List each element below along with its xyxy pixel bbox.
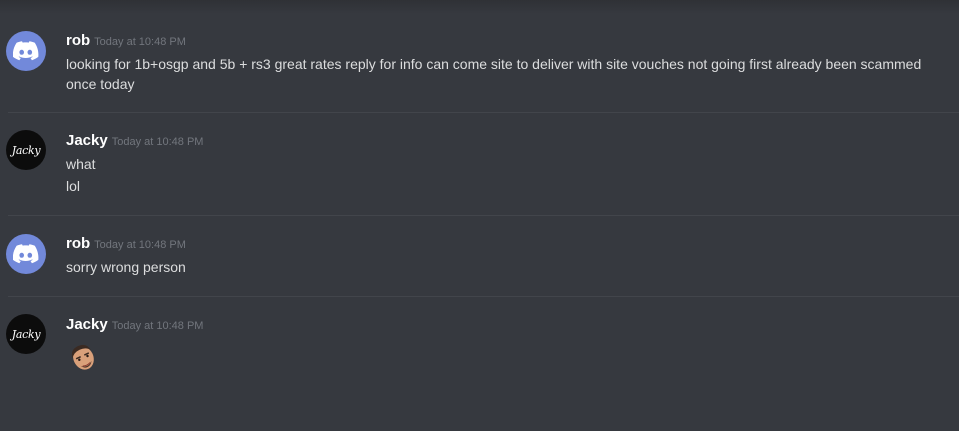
message-header: rob Today at 10:48 PM xyxy=(66,235,186,253)
message-text: sorry wrong person xyxy=(66,259,186,275)
message-divider xyxy=(8,112,959,113)
message-header: Jacky Today at 10:48 PM xyxy=(66,132,203,150)
message-header: Jacky Today at 10:48 PM xyxy=(66,316,203,334)
message-text: what xyxy=(66,156,96,172)
face-emoji-icon[interactable] xyxy=(66,340,100,374)
message-divider xyxy=(8,296,959,297)
message-header: rob Today at 10:48 PM xyxy=(66,32,186,50)
username[interactable]: rob xyxy=(66,235,90,252)
username[interactable]: Jacky xyxy=(66,316,108,333)
avatar[interactable]: Jacky xyxy=(6,130,46,170)
message-divider xyxy=(8,215,959,216)
avatar[interactable]: Jacky xyxy=(6,314,46,354)
discord-logo-icon xyxy=(13,244,39,264)
avatar[interactable] xyxy=(6,234,46,274)
message-text: lol xyxy=(66,178,81,194)
avatar-text: Jacky xyxy=(11,327,41,341)
scroll-fade xyxy=(0,0,959,14)
timestamp[interactable]: Today at 10:48 PM xyxy=(94,36,186,48)
avatar-text: Jacky xyxy=(11,143,41,157)
timestamp[interactable]: Today at 10:48 PM xyxy=(112,136,204,148)
username[interactable]: rob xyxy=(66,32,90,49)
message-text: looking for 1b+osgp and 5b + rs3 great r… xyxy=(66,56,922,72)
message-text: once today xyxy=(66,76,135,92)
chat-messages: rob Today at 10:48 PM looking for 1b+osgp… xyxy=(0,0,959,431)
avatar[interactable] xyxy=(6,31,46,71)
timestamp[interactable]: Today at 10:48 PM xyxy=(112,320,204,332)
discord-logo-icon xyxy=(13,41,39,61)
username[interactable]: Jacky xyxy=(66,132,108,149)
timestamp[interactable]: Today at 10:48 PM xyxy=(94,239,186,251)
